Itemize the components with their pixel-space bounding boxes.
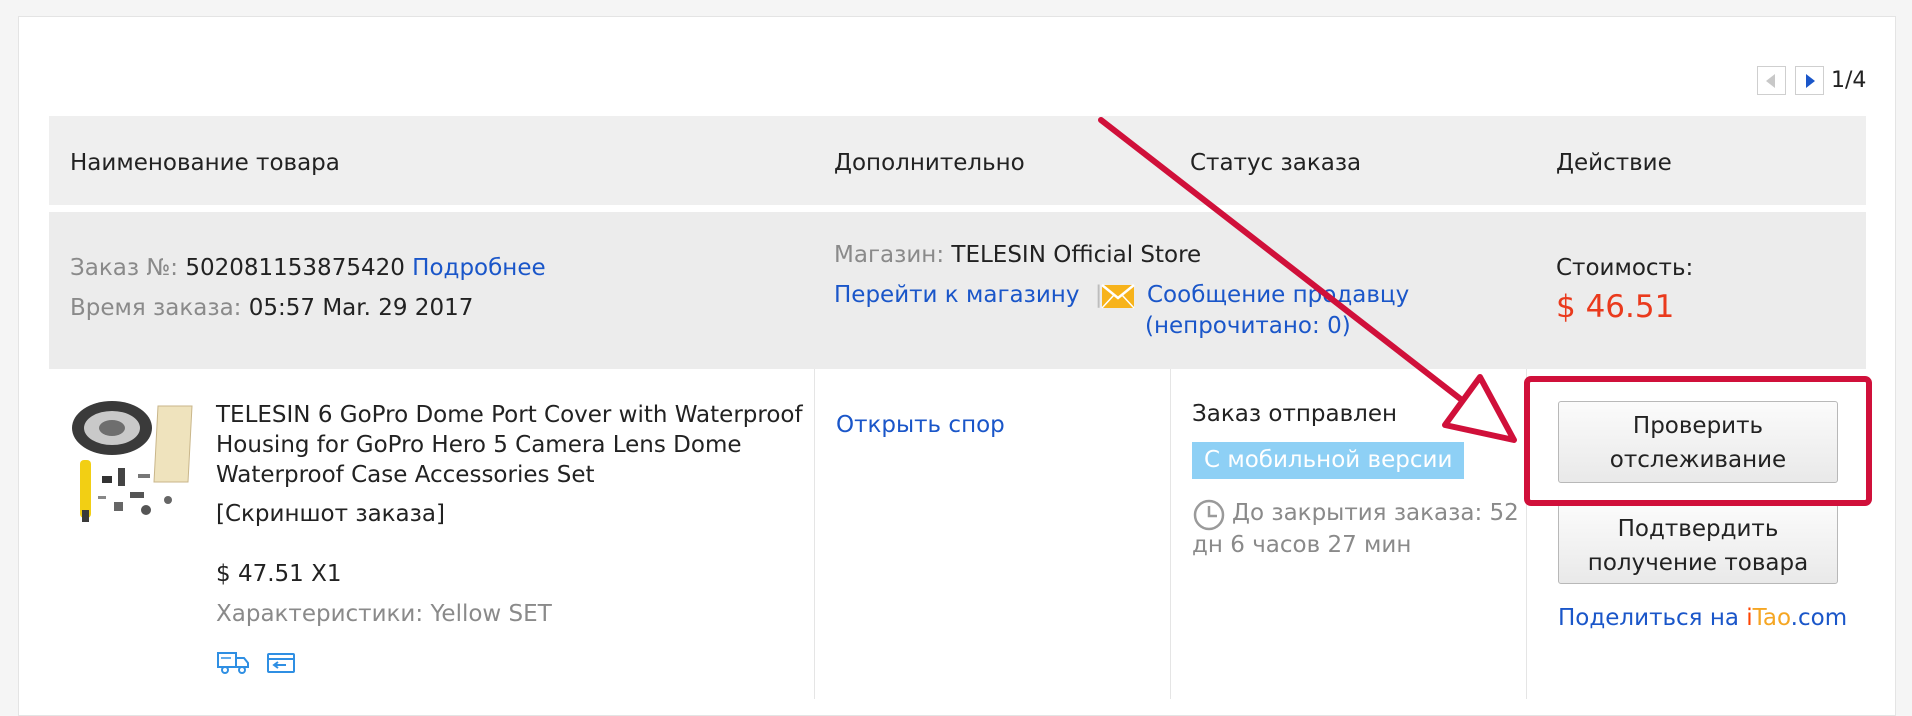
itao-tao: Tao xyxy=(1752,605,1791,631)
triangle-left-icon xyxy=(1766,74,1775,88)
order-time-label: Время заказа: xyxy=(70,295,242,321)
store-actions: Перейти к магазину | xyxy=(834,282,1111,308)
clock-icon xyxy=(1193,499,1225,531)
share-prefix: Поделиться на xyxy=(1558,605,1747,631)
countdown-line-2: дн 6 часов 27 мин xyxy=(1192,532,1412,558)
confirm-receipt-button[interactable]: Подтвердить получение товара xyxy=(1558,504,1838,584)
unread-count-link[interactable]: (непрочитано: 0) xyxy=(1145,313,1351,339)
share-itao-link[interactable]: Поделиться на iTao.com xyxy=(1558,605,1847,631)
col-action: Действие xyxy=(1556,150,1672,176)
order-number: 502081153875420 xyxy=(185,255,405,281)
product-thumbnail[interactable] xyxy=(68,398,196,526)
open-dispute-link[interactable]: Открыть спор xyxy=(836,412,1005,438)
product-price-qty: $ 47.51 X1 xyxy=(216,561,342,587)
envelope-icon[interactable] xyxy=(1101,284,1135,309)
order-number-label: Заказ №: xyxy=(70,255,179,281)
divider xyxy=(1170,369,1171,699)
order-time: 05:57 Mar. 29 2017 xyxy=(248,295,474,321)
store-label: Магазин: xyxy=(834,242,945,268)
message-seller-link[interactable]: Сообщение продавцу xyxy=(1147,282,1409,308)
prev-page-button[interactable] xyxy=(1757,66,1786,95)
order-screenshot-link[interactable]: [Скриншот заказа] xyxy=(216,501,445,527)
order-number-line: Заказ №: 502081153875420 Подробнее xyxy=(70,255,546,281)
annotation-highlight-box xyxy=(1524,376,1872,506)
order-time-line: Время заказа: 05:57 Mar. 29 2017 xyxy=(70,295,473,321)
next-page-button[interactable] xyxy=(1795,66,1824,95)
itao-com: .com xyxy=(1790,605,1848,631)
col-product: Наименование товара xyxy=(70,150,340,176)
col-status: Статус заказа xyxy=(1190,150,1362,176)
confirm-receipt-label-2: получение товара xyxy=(1587,550,1809,576)
page-indicator: 1/4 xyxy=(1831,68,1867,93)
order-cost: $ 46.51 xyxy=(1556,289,1675,325)
product-title-link[interactable]: TELESIN 6 GoPro Dome Port Cover with Wat… xyxy=(216,400,816,490)
order-status: Заказ отправлен xyxy=(1192,401,1398,427)
specs-label: Характеристики: xyxy=(216,601,424,627)
order-details-link[interactable]: Подробнее xyxy=(412,255,545,281)
store-name: TELESIN Official Store xyxy=(951,242,1202,268)
delivery-truck-icon[interactable] xyxy=(216,649,250,675)
table-header: Наименование товара Дополнительно Статус… xyxy=(49,116,1866,205)
store-line: Магазин: TELESIN Official Store xyxy=(834,242,1201,268)
specs-value: Yellow SET xyxy=(430,601,552,627)
countdown-line-1: До закрытия заказа: 52 xyxy=(1232,500,1519,526)
col-extra: Дополнительно xyxy=(834,150,1025,176)
mobile-version-badge: С мобильной версии xyxy=(1192,442,1465,479)
cost-label: Стоимость: xyxy=(1556,255,1694,281)
go-to-store-link[interactable]: Перейти к магазину xyxy=(834,282,1079,308)
return-box-icon[interactable] xyxy=(266,651,296,675)
confirm-receipt-label-1: Подтвердить xyxy=(1617,516,1779,542)
product-specs: Характеристики: Yellow SET xyxy=(216,601,552,627)
triangle-right-icon xyxy=(1806,74,1815,88)
